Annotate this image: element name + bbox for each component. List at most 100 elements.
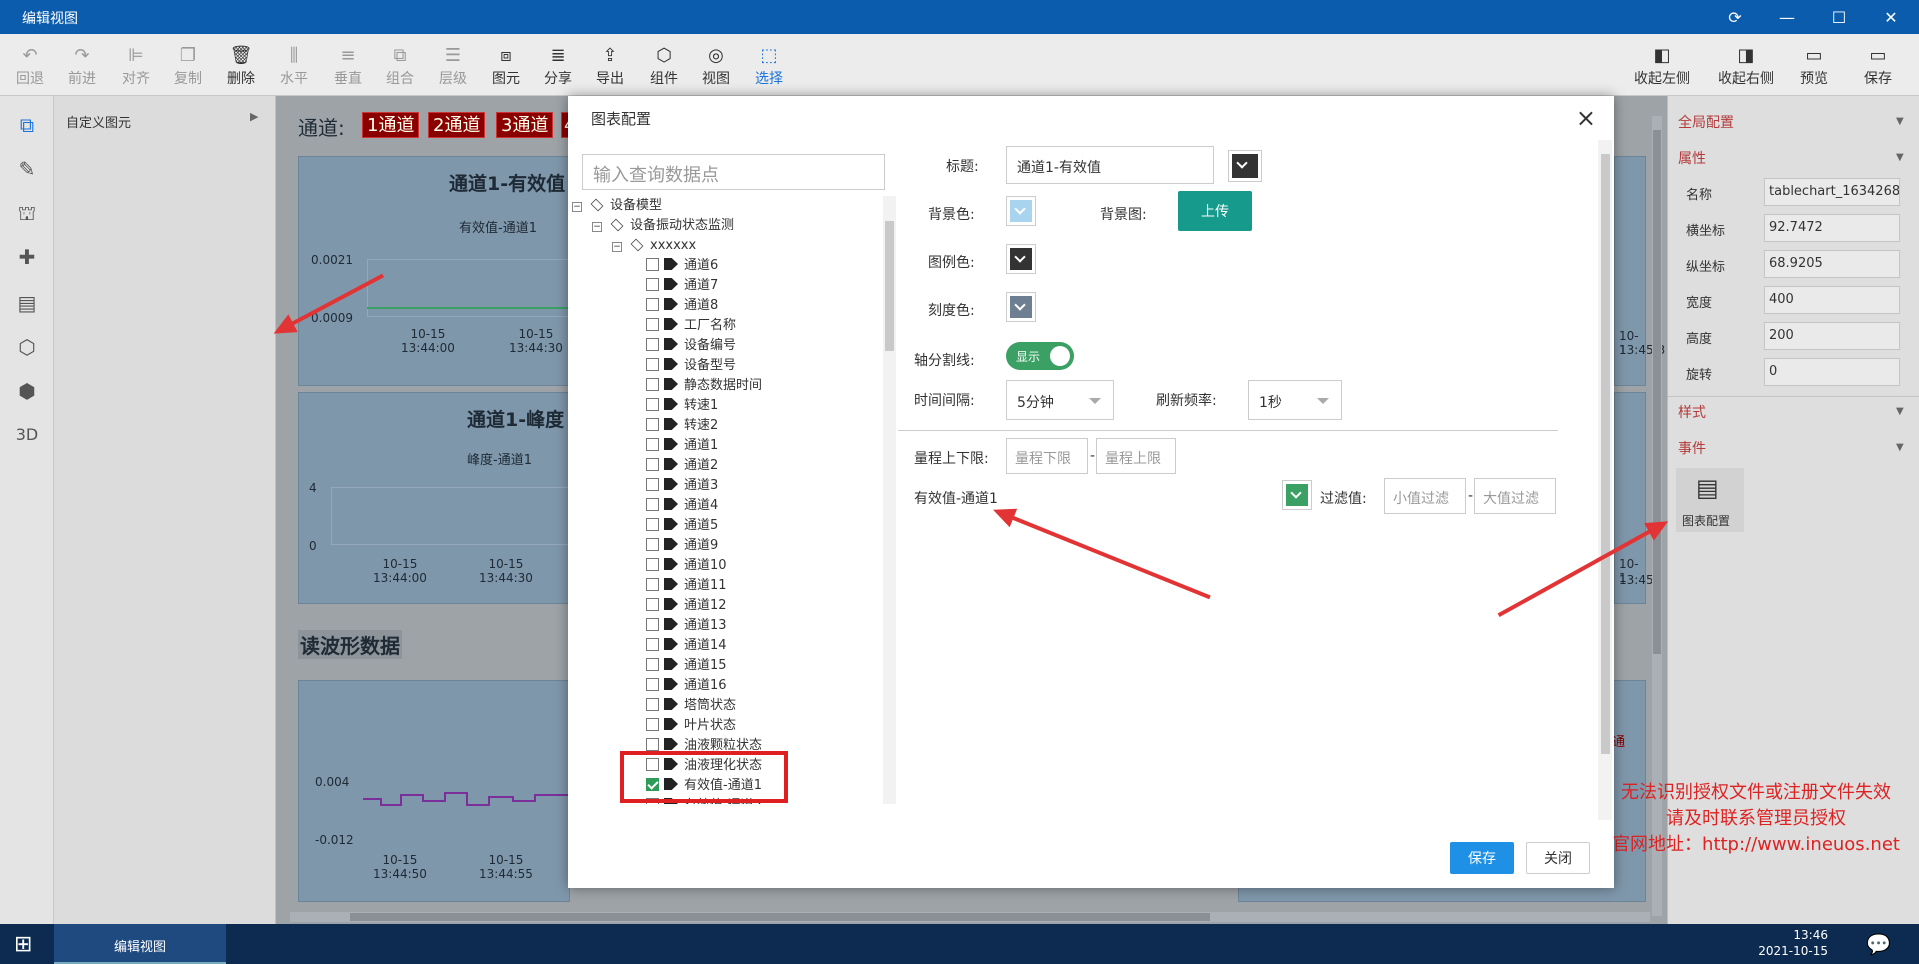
canvas-vscroll-thumb[interactable] — [1653, 130, 1661, 654]
tree-leaf[interactable]: 通道13 — [646, 616, 727, 636]
filter-min-input[interactable]: 小值过滤 — [1384, 478, 1466, 514]
bg-color-picker[interactable] — [1006, 196, 1036, 226]
tree-leaf[interactable]: 转速1 — [646, 396, 718, 416]
tree-leaf[interactable]: 通道15 — [646, 656, 727, 676]
properties-header[interactable]: 属性 — [1678, 148, 1706, 168]
leaf-checkbox[interactable] — [646, 698, 659, 711]
leaf-checkbox[interactable] — [646, 558, 659, 571]
leaf-checkbox[interactable] — [646, 538, 659, 551]
prop-x-field[interactable]: 92.7472 — [1764, 214, 1900, 242]
minimize-button[interactable]: — — [1763, 0, 1811, 34]
chevron-down-icon[interactable]: ▼ — [1896, 406, 1904, 417]
range-min-input[interactable]: 量程下限 — [1006, 438, 1088, 474]
tree-leaf[interactable]: 通道14 — [646, 636, 727, 656]
close-window-button[interactable]: ✕ — [1867, 0, 1915, 34]
chart-right-2[interactable]: 10-1 13:45 — [1614, 392, 1654, 604]
tree-leaf[interactable]: 通道2 — [646, 456, 718, 476]
interval-select[interactable]: 5分钟 — [1006, 380, 1114, 420]
leaf-checkbox[interactable] — [646, 258, 659, 271]
distribute-button[interactable]: ≣ 分享 — [532, 44, 584, 92]
leaf-checkbox[interactable] — [646, 658, 659, 671]
channel-2-tag[interactable]: 2通道 — [428, 112, 486, 138]
horizontal-button[interactable]: ⫼ 水平 — [268, 44, 320, 92]
leaf-checkbox[interactable] — [646, 618, 659, 631]
leaf-checkbox[interactable] — [646, 478, 659, 491]
prop-name-field[interactable]: tablechart_163426859 — [1764, 178, 1900, 206]
refresh-select[interactable]: 1秒 — [1248, 380, 1342, 420]
tree-node-grandchild[interactable]: − xxxxxx — [612, 236, 696, 256]
prop-width-field[interactable]: 400 — [1764, 286, 1900, 314]
upload-button[interactable]: 上传 — [1178, 191, 1252, 231]
tree-scroll-thumb[interactable] — [885, 221, 894, 351]
canvas-hscroll-thumb[interactable] — [350, 913, 1210, 921]
collapse-left-button[interactable]: ◧ 收起左侧 — [1630, 44, 1694, 92]
prop-height-field[interactable]: 200 — [1764, 322, 1900, 350]
close-button[interactable]: 关闭 — [1526, 842, 1590, 874]
prop-rotation-field[interactable]: 0 — [1764, 358, 1900, 386]
tree-leaf[interactable]: 通道10 — [646, 556, 727, 576]
leaf-checkbox[interactable] — [646, 398, 659, 411]
tree-leaf[interactable]: 工厂名称 — [646, 316, 736, 336]
collapse-icon[interactable]: − — [572, 202, 582, 212]
leaf-checkbox[interactable] — [646, 358, 659, 371]
layer-button[interactable]: ☰ 层级 — [427, 44, 479, 92]
tree-leaf[interactable]: 通道16 — [646, 676, 727, 696]
leaf-checkbox[interactable] — [646, 298, 659, 311]
chevron-down-icon[interactable]: ▼ — [1896, 116, 1904, 127]
puzzle-icon[interactable]: ✚ — [10, 240, 44, 274]
tree-leaf[interactable]: 塔筒状态 — [646, 696, 736, 716]
legend-color-picker[interactable] — [1006, 244, 1036, 274]
custom-elements-title[interactable]: 自定义图元 — [66, 112, 131, 131]
tree-leaf[interactable]: 叶片状态 — [646, 716, 736, 736]
3d-icon[interactable]: 3D — [10, 418, 44, 452]
style-header[interactable]: 样式 — [1678, 402, 1706, 422]
channel-1-tag[interactable]: 1通道 — [362, 112, 420, 138]
leaf-checkbox[interactable] — [646, 498, 659, 511]
undo-button[interactable]: ↶ 回退 — [4, 44, 56, 92]
tree-node-root[interactable]: − 设备模型 — [572, 196, 662, 216]
tree-leaf[interactable]: 通道12 — [646, 596, 727, 616]
collapse-right-button[interactable]: ◨ 收起右侧 — [1714, 44, 1778, 92]
copy-button[interactable]: ❐ 复制 — [162, 44, 214, 92]
leaf-checkbox[interactable] — [646, 718, 659, 731]
close-icon[interactable]: × — [1576, 104, 1596, 132]
chart-effective-value[interactable]: 通道1-有效值 有效值-通道1 0.0021 0.0009 10-15 13:4… — [298, 156, 571, 386]
tree-leaf[interactable]: 静态数据时间 — [646, 376, 762, 396]
diagram-icon[interactable]: ⧉ — [10, 108, 44, 142]
tree-scrollbar[interactable] — [883, 196, 896, 804]
element-button[interactable]: ⧈ 图元 — [480, 44, 532, 92]
tree-leaf[interactable]: 通道7 — [646, 276, 718, 296]
leaf-checkbox[interactable] — [646, 638, 659, 651]
taskbar-app-button[interactable]: 编辑视图 — [54, 924, 226, 964]
group-button[interactable]: ⧉ 组合 — [374, 44, 426, 92]
tick-color-picker[interactable] — [1006, 292, 1036, 322]
tree-leaf[interactable]: 通道6 — [646, 256, 718, 276]
range-max-input[interactable]: 量程上限 — [1096, 438, 1176, 474]
leaf-checkbox[interactable] — [646, 458, 659, 471]
save-button[interactable]: 保存 — [1450, 842, 1514, 874]
chart-waveform[interactable]: 0.004 -0.012 10-15 13:44:50 10-15 13:44:… — [298, 680, 571, 902]
tree-leaf[interactable]: 转速2 — [646, 416, 718, 436]
component-button[interactable]: ⬡ 组件 — [638, 44, 690, 92]
chart-config-button[interactable]: ▤ 图表配置 — [1676, 468, 1744, 532]
export-button[interactable]: ⇪ 导出 — [584, 44, 636, 92]
chevron-down-icon[interactable]: ▼ — [1896, 442, 1904, 453]
maximize-button[interactable]: ☐ — [1815, 0, 1863, 34]
preview-button[interactable]: ▭ 预览 — [1788, 44, 1840, 92]
canvas-hscrollbar[interactable] — [290, 912, 1650, 922]
channel-3-tag[interactable]: 3通道 — [496, 112, 554, 138]
events-header[interactable]: 事件 — [1678, 438, 1706, 458]
tree-leaf[interactable]: 设备型号 — [646, 356, 736, 376]
tree-leaf[interactable]: 通道5 — [646, 516, 718, 536]
redo-button[interactable]: ↷ 前进 — [56, 44, 108, 92]
leaf-checkbox[interactable] — [646, 578, 659, 591]
leaf-checkbox[interactable] — [646, 278, 659, 291]
tree-leaf[interactable]: 通道4 — [646, 496, 718, 516]
form-scrollbar[interactable] — [1598, 140, 1612, 820]
leaf-checkbox[interactable] — [646, 598, 659, 611]
tree-leaf[interactable]: 通道11 — [646, 576, 727, 596]
magic-wand-icon[interactable]: ✎ — [10, 152, 44, 186]
form-scroll-thumb[interactable] — [1601, 154, 1610, 754]
tree-leaf[interactable]: 通道3 — [646, 476, 718, 496]
title-input[interactable]: 通道1-有效值 — [1006, 146, 1214, 184]
